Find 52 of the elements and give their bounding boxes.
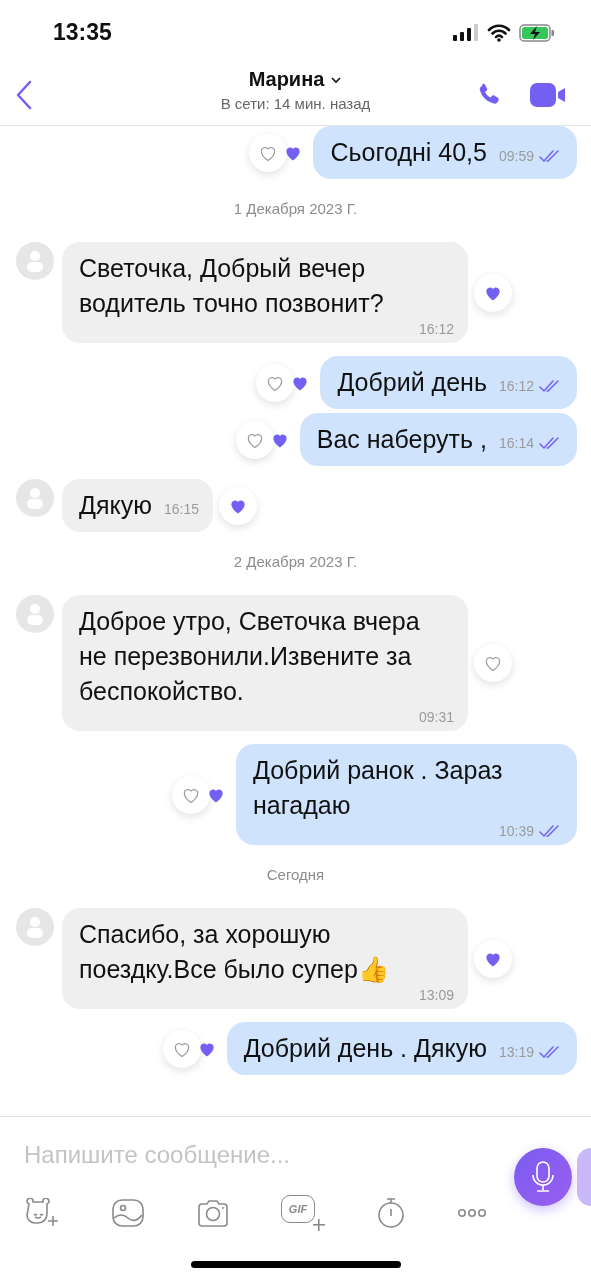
- message-text: Добрий день: [337, 367, 487, 398]
- message-text: Сьогодні 40,5: [330, 137, 487, 168]
- message-bubble[interactable]: Доброе утро, Светочка вчера не перезвонили.Извените за беспокойство. 09:31: [62, 595, 468, 731]
- message-text: Спасибо, за хорошую поездку.Все было супер👍: [79, 919, 390, 985]
- date-separator: 1 Декабря 2023 Г.: [233, 200, 358, 217]
- camera-icon[interactable]: [196, 1198, 230, 1228]
- message-time: 16:14: [498, 435, 534, 451]
- microphone-button[interactable]: [514, 1148, 572, 1206]
- back-icon[interactable]: [14, 80, 34, 110]
- message-time: 10:39: [498, 823, 534, 839]
- timer-icon[interactable]: [376, 1196, 406, 1230]
- contact-name[interactable]: Марина: [248, 68, 325, 91]
- video-camera-icon[interactable]: [529, 81, 567, 109]
- message-bubble[interactable]: Добрий день 16:12: [320, 356, 577, 409]
- sticker-add-icon[interactable]: [24, 1198, 60, 1228]
- message-bubble[interactable]: Сьогодні 40,5 09:59: [313, 126, 577, 179]
- message-time: 16:15: [163, 501, 199, 517]
- wifi-icon: [487, 23, 511, 42]
- message-text: Добрий день . Дякую: [243, 1033, 487, 1064]
- avatar-icon: [16, 242, 54, 280]
- message-bubble[interactable]: Светочка, Добрый вечер водитель точно позвонит? 16:12: [62, 242, 468, 343]
- message-text: Дякую: [79, 490, 152, 521]
- battery-icon: [519, 23, 555, 42]
- message-bubble[interactable]: Добрий ранок . Зараз нагадаю 10:39: [236, 744, 577, 845]
- message-time: 16:12: [418, 321, 454, 337]
- message-time: 13:19: [498, 1044, 534, 1060]
- message-text: Вас наберуть ,: [316, 424, 487, 455]
- message-time: 16:12: [498, 378, 534, 394]
- action-button[interactable]: [577, 1148, 591, 1206]
- avatar-icon: [16, 595, 54, 633]
- message-bubble[interactable]: Добрий день . Дякую 13:19: [226, 1022, 577, 1075]
- message-input[interactable]: Напишите сообщение...: [24, 1141, 514, 1169]
- message-time: 09:59: [498, 148, 534, 164]
- message-bubble[interactable]: Вас наберуть , 16:14: [299, 413, 577, 466]
- message-bubble[interactable]: Дякую 16:15: [62, 479, 213, 532]
- message-time: 13:09: [418, 987, 454, 1003]
- message-text: Добрий ранок . Зараз нагадаю: [253, 755, 504, 821]
- avatar-icon: [16, 479, 54, 517]
- date-separator: Сегодня: [266, 866, 325, 883]
- presence-status: В сети: 14 мин. назад: [220, 95, 371, 112]
- message-time: 09:31: [418, 709, 454, 725]
- message-text: Светочка, Добрый вечер водитель точно позвонит?: [79, 253, 385, 319]
- message-bubble[interactable]: Спасибо, за хорошую поездку.Все было супер👍 13:09: [62, 908, 468, 1009]
- signal-icon: [453, 23, 479, 42]
- avatar-icon: [16, 908, 54, 946]
- message-text: Доброе утро, Светочка вчера не перезвонили.Извените за беспокойство.: [79, 606, 421, 707]
- microphone-icon: [531, 1160, 555, 1194]
- image-icon[interactable]: [111, 1198, 145, 1228]
- clock-time: 13:35: [53, 19, 112, 46]
- more-icon[interactable]: [457, 1207, 487, 1219]
- date-separator: 2 Декабря 2023 Г.: [233, 553, 358, 570]
- chevron-down-icon: [330, 75, 343, 84]
